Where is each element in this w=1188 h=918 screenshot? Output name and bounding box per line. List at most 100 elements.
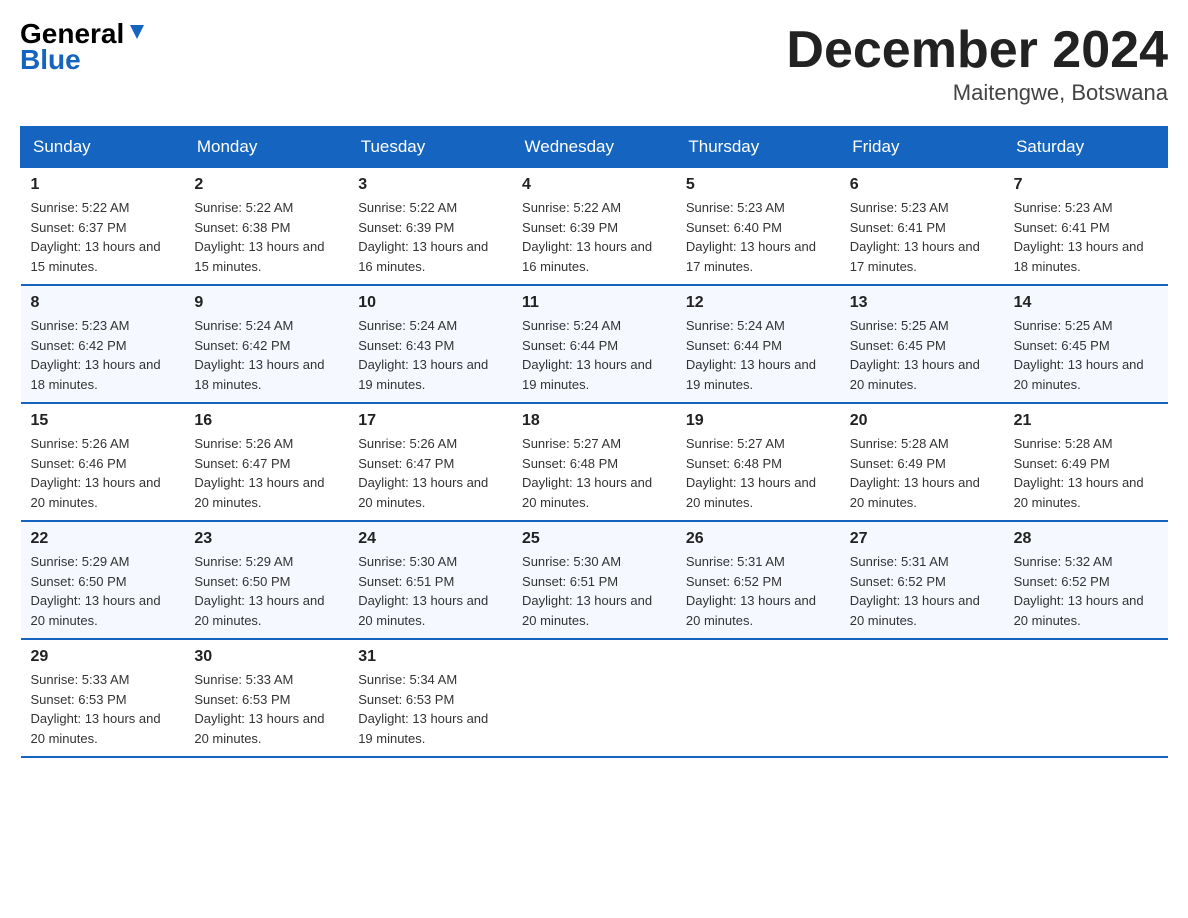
calendar-cell: 4 Sunrise: 5:22 AMSunset: 6:39 PMDayligh… [512, 168, 676, 286]
day-info: Sunrise: 5:28 AMSunset: 6:49 PMDaylight:… [850, 436, 980, 510]
calendar-cell: 24 Sunrise: 5:30 AMSunset: 6:51 PMDaylig… [348, 521, 512, 639]
day-info: Sunrise: 5:24 AMSunset: 6:42 PMDaylight:… [194, 318, 324, 392]
logo: General Blue [20, 20, 148, 76]
header-thursday: Thursday [676, 127, 840, 168]
calendar-cell: 6 Sunrise: 5:23 AMSunset: 6:41 PMDayligh… [840, 168, 1004, 286]
day-number: 25 [522, 530, 666, 548]
day-number: 21 [1014, 412, 1158, 430]
calendar-cell: 8 Sunrise: 5:23 AMSunset: 6:42 PMDayligh… [21, 285, 185, 403]
calendar-week-row: 8 Sunrise: 5:23 AMSunset: 6:42 PMDayligh… [21, 285, 1168, 403]
calendar-cell: 21 Sunrise: 5:28 AMSunset: 6:49 PMDaylig… [1004, 403, 1168, 521]
calendar-week-row: 15 Sunrise: 5:26 AMSunset: 6:46 PMDaylig… [21, 403, 1168, 521]
title-area: December 2024 Maitengwe, Botswana [786, 20, 1168, 106]
day-number: 24 [358, 530, 502, 548]
logo-blue: Blue [20, 44, 81, 76]
header-sunday: Sunday [21, 127, 185, 168]
calendar-cell: 10 Sunrise: 5:24 AMSunset: 6:43 PMDaylig… [348, 285, 512, 403]
day-number: 4 [522, 176, 666, 194]
day-info: Sunrise: 5:23 AMSunset: 6:41 PMDaylight:… [850, 200, 980, 274]
calendar-cell: 19 Sunrise: 5:27 AMSunset: 6:48 PMDaylig… [676, 403, 840, 521]
day-info: Sunrise: 5:28 AMSunset: 6:49 PMDaylight:… [1014, 436, 1144, 510]
page-header: General Blue December 2024 Maitengwe, Bo… [20, 20, 1168, 106]
day-info: Sunrise: 5:25 AMSunset: 6:45 PMDaylight:… [1014, 318, 1144, 392]
day-number: 11 [522, 294, 666, 312]
day-number: 20 [850, 412, 994, 430]
calendar-cell [840, 639, 1004, 757]
day-info: Sunrise: 5:22 AMSunset: 6:39 PMDaylight:… [522, 200, 652, 274]
calendar-cell: 30 Sunrise: 5:33 AMSunset: 6:53 PMDaylig… [184, 639, 348, 757]
calendar-cell: 25 Sunrise: 5:30 AMSunset: 6:51 PMDaylig… [512, 521, 676, 639]
day-info: Sunrise: 5:29 AMSunset: 6:50 PMDaylight:… [194, 554, 324, 628]
day-info: Sunrise: 5:27 AMSunset: 6:48 PMDaylight:… [686, 436, 816, 510]
location-title: Maitengwe, Botswana [786, 80, 1168, 106]
day-number: 6 [850, 176, 994, 194]
day-number: 5 [686, 176, 830, 194]
day-info: Sunrise: 5:33 AMSunset: 6:53 PMDaylight:… [31, 672, 161, 746]
header-wednesday: Wednesday [512, 127, 676, 168]
day-info: Sunrise: 5:26 AMSunset: 6:47 PMDaylight:… [358, 436, 488, 510]
calendar-cell: 16 Sunrise: 5:26 AMSunset: 6:47 PMDaylig… [184, 403, 348, 521]
day-info: Sunrise: 5:27 AMSunset: 6:48 PMDaylight:… [522, 436, 652, 510]
day-number: 30 [194, 648, 338, 666]
calendar-week-row: 22 Sunrise: 5:29 AMSunset: 6:50 PMDaylig… [21, 521, 1168, 639]
day-info: Sunrise: 5:31 AMSunset: 6:52 PMDaylight:… [686, 554, 816, 628]
calendar-cell: 23 Sunrise: 5:29 AMSunset: 6:50 PMDaylig… [184, 521, 348, 639]
day-number: 7 [1014, 176, 1158, 194]
calendar-cell: 7 Sunrise: 5:23 AMSunset: 6:41 PMDayligh… [1004, 168, 1168, 286]
calendar-cell: 11 Sunrise: 5:24 AMSunset: 6:44 PMDaylig… [512, 285, 676, 403]
calendar-cell: 31 Sunrise: 5:34 AMSunset: 6:53 PMDaylig… [348, 639, 512, 757]
day-number: 29 [31, 648, 175, 666]
logo-triangle-icon [126, 21, 148, 43]
day-number: 8 [31, 294, 175, 312]
header-tuesday: Tuesday [348, 127, 512, 168]
calendar-cell: 29 Sunrise: 5:33 AMSunset: 6:53 PMDaylig… [21, 639, 185, 757]
calendar-cell [676, 639, 840, 757]
calendar-cell: 18 Sunrise: 5:27 AMSunset: 6:48 PMDaylig… [512, 403, 676, 521]
day-number: 27 [850, 530, 994, 548]
day-number: 28 [1014, 530, 1158, 548]
day-number: 16 [194, 412, 338, 430]
day-info: Sunrise: 5:33 AMSunset: 6:53 PMDaylight:… [194, 672, 324, 746]
calendar-cell: 17 Sunrise: 5:26 AMSunset: 6:47 PMDaylig… [348, 403, 512, 521]
day-info: Sunrise: 5:22 AMSunset: 6:38 PMDaylight:… [194, 200, 324, 274]
calendar-cell: 27 Sunrise: 5:31 AMSunset: 6:52 PMDaylig… [840, 521, 1004, 639]
day-info: Sunrise: 5:26 AMSunset: 6:46 PMDaylight:… [31, 436, 161, 510]
day-info: Sunrise: 5:32 AMSunset: 6:52 PMDaylight:… [1014, 554, 1144, 628]
day-number: 23 [194, 530, 338, 548]
day-info: Sunrise: 5:31 AMSunset: 6:52 PMDaylight:… [850, 554, 980, 628]
day-number: 14 [1014, 294, 1158, 312]
day-number: 13 [850, 294, 994, 312]
month-title: December 2024 [786, 20, 1168, 80]
day-info: Sunrise: 5:23 AMSunset: 6:41 PMDaylight:… [1014, 200, 1144, 274]
day-info: Sunrise: 5:24 AMSunset: 6:44 PMDaylight:… [522, 318, 652, 392]
day-number: 18 [522, 412, 666, 430]
calendar-cell: 9 Sunrise: 5:24 AMSunset: 6:42 PMDayligh… [184, 285, 348, 403]
header-friday: Friday [840, 127, 1004, 168]
calendar-cell: 22 Sunrise: 5:29 AMSunset: 6:50 PMDaylig… [21, 521, 185, 639]
day-number: 17 [358, 412, 502, 430]
day-info: Sunrise: 5:22 AMSunset: 6:39 PMDaylight:… [358, 200, 488, 274]
day-info: Sunrise: 5:23 AMSunset: 6:40 PMDaylight:… [686, 200, 816, 274]
header-monday: Monday [184, 127, 348, 168]
day-number: 2 [194, 176, 338, 194]
day-number: 26 [686, 530, 830, 548]
calendar-cell: 1 Sunrise: 5:22 AMSunset: 6:37 PMDayligh… [21, 168, 185, 286]
calendar-cell: 28 Sunrise: 5:32 AMSunset: 6:52 PMDaylig… [1004, 521, 1168, 639]
day-info: Sunrise: 5:24 AMSunset: 6:44 PMDaylight:… [686, 318, 816, 392]
day-number: 1 [31, 176, 175, 194]
calendar-header-row: Sunday Monday Tuesday Wednesday Thursday… [21, 127, 1168, 168]
calendar-week-row: 29 Sunrise: 5:33 AMSunset: 6:53 PMDaylig… [21, 639, 1168, 757]
day-info: Sunrise: 5:30 AMSunset: 6:51 PMDaylight:… [522, 554, 652, 628]
calendar-cell: 20 Sunrise: 5:28 AMSunset: 6:49 PMDaylig… [840, 403, 1004, 521]
day-info: Sunrise: 5:34 AMSunset: 6:53 PMDaylight:… [358, 672, 488, 746]
day-info: Sunrise: 5:22 AMSunset: 6:37 PMDaylight:… [31, 200, 161, 274]
day-number: 31 [358, 648, 502, 666]
day-number: 12 [686, 294, 830, 312]
calendar-cell: 13 Sunrise: 5:25 AMSunset: 6:45 PMDaylig… [840, 285, 1004, 403]
day-number: 10 [358, 294, 502, 312]
day-info: Sunrise: 5:25 AMSunset: 6:45 PMDaylight:… [850, 318, 980, 392]
calendar-cell: 5 Sunrise: 5:23 AMSunset: 6:40 PMDayligh… [676, 168, 840, 286]
calendar-week-row: 1 Sunrise: 5:22 AMSunset: 6:37 PMDayligh… [21, 168, 1168, 286]
day-info: Sunrise: 5:24 AMSunset: 6:43 PMDaylight:… [358, 318, 488, 392]
calendar-cell: 15 Sunrise: 5:26 AMSunset: 6:46 PMDaylig… [21, 403, 185, 521]
